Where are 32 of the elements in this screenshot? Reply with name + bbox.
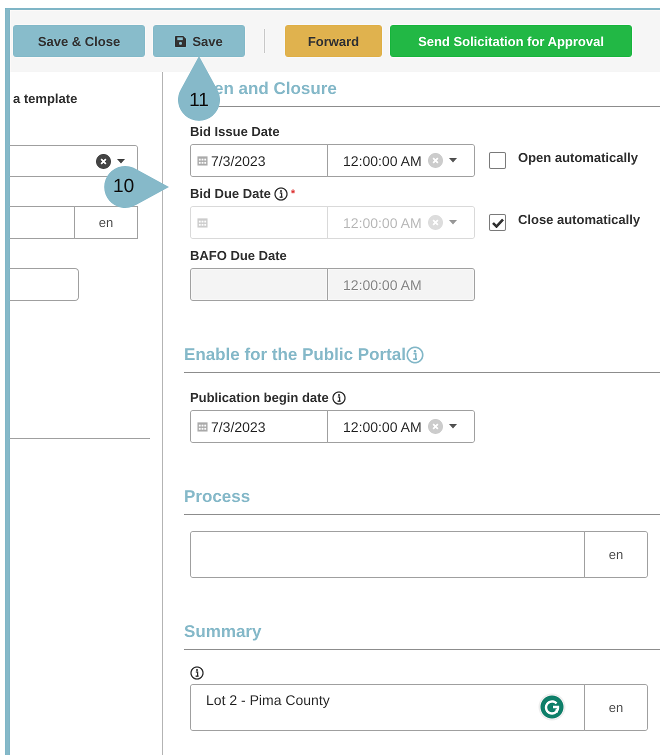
input-field[interactable] [10, 268, 79, 301]
section-heading: Enable for the Public Portal [184, 345, 406, 365]
field-label: a template [12, 90, 78, 108]
numbered-callout-tooltip: 10 [103, 164, 169, 210]
checkbox-label: Open automatically [518, 150, 638, 165]
save-button[interactable]: Save [153, 25, 245, 57]
time-value: 12:00:00 AM [343, 276, 422, 292]
clear-icon[interactable] [96, 154, 111, 168]
required-mark: * [290, 187, 296, 202]
language-label[interactable]: en [75, 207, 137, 238]
save-icon [175, 36, 186, 46]
info-icon [332, 391, 346, 405]
caret-icon[interactable] [117, 158, 125, 164]
toolbar-button[interactable]: Save & Close [13, 25, 145, 57]
field-label: Bid Due Date [190, 185, 271, 203]
section-heading: Process [184, 487, 250, 507]
field-label: Bid Issue Date [190, 123, 280, 141]
grammar-badge-icon[interactable] [538, 693, 566, 721]
text-area[interactable]: Lot 2 - Pima County en [190, 684, 648, 731]
field-value: Lot 2 - Pima County [206, 692, 330, 708]
field-label: BAFO Due Date [190, 247, 287, 265]
field-label: Publication begin date [190, 389, 329, 407]
info-icon [406, 346, 424, 364]
toolbar-button[interactable]: Forward [285, 25, 382, 57]
checkbox[interactable] [489, 152, 506, 169]
section-heading: Summary [184, 622, 262, 642]
language-label[interactable]: en [585, 532, 647, 577]
checkbox-label: Close automatically [518, 212, 640, 227]
language-label[interactable]: en [585, 685, 647, 730]
text-area[interactable]: en [190, 531, 648, 578]
info-icon [190, 666, 204, 680]
info-icon [274, 187, 288, 201]
